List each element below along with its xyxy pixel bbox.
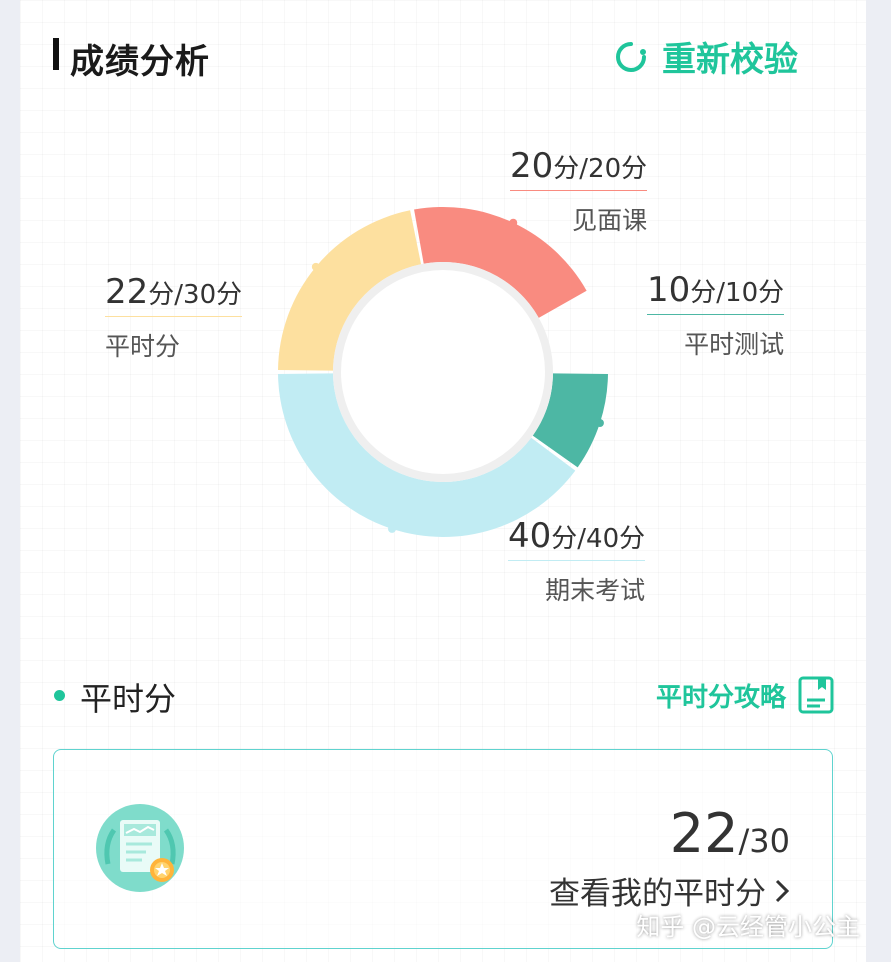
score-current: 22 xyxy=(669,802,739,865)
certificate-badge-icon xyxy=(96,804,184,892)
label-unit: 分 xyxy=(553,154,580,184)
donut-marker-dot xyxy=(595,418,604,427)
strategy-label: 平时分攻略 xyxy=(655,682,786,713)
label-name: 见面课 xyxy=(572,206,648,235)
donut-inner-ring xyxy=(333,262,553,482)
page-title: 成绩分析 xyxy=(70,42,210,82)
section-dot xyxy=(54,690,65,701)
bookmark-document-icon xyxy=(798,676,834,714)
score-donut-chart xyxy=(278,206,608,537)
label-unit: 分 xyxy=(551,524,578,554)
regular-score-value: 22/30 xyxy=(670,802,790,865)
label-max: /20分 xyxy=(579,154,648,184)
label-score: 10 xyxy=(647,270,691,310)
refresh-icon xyxy=(616,41,646,72)
score-max: /30 xyxy=(738,822,791,860)
title-accent-bar xyxy=(53,38,59,70)
label-unit: 分 xyxy=(690,278,717,308)
score-analysis-card: 成绩分析 重新校验 20分/20分 见面课 10分/10分 平时测试 22分/3… xyxy=(20,0,866,962)
label-regular-test: 10分/10分 平时测试 xyxy=(647,270,785,361)
label-regular-score: 22分/30分 平时分 xyxy=(105,272,243,363)
label-max: /10分 xyxy=(716,278,785,308)
recheck-label: 重新校验 xyxy=(662,40,798,80)
label-score: 40 xyxy=(508,516,552,556)
label-name: 平时分 xyxy=(105,332,181,361)
recheck-button[interactable]: 重新校验 xyxy=(614,32,798,81)
label-name: 期末考试 xyxy=(545,576,646,605)
label-see-face-class: 20分/20分 见面课 xyxy=(510,146,648,237)
label-score: 20 xyxy=(510,146,554,186)
label-underline xyxy=(647,314,785,315)
section-title: 平时分 xyxy=(80,680,177,718)
label-final-exam: 40分/40分 期末考试 xyxy=(508,516,646,607)
label-unit: 分 xyxy=(148,280,175,310)
label-max: /30分 xyxy=(174,280,243,310)
chevron-right-icon xyxy=(775,879,790,902)
strategy-link[interactable]: 平时分攻略 xyxy=(656,676,834,714)
donut-marker-dot xyxy=(311,262,320,271)
label-name: 平时测试 xyxy=(684,330,785,359)
label-underline xyxy=(105,316,243,317)
label-underline xyxy=(508,560,646,561)
watermark: 知乎 @云经管小公主 xyxy=(636,913,860,941)
donut-marker-dot xyxy=(388,524,397,533)
label-score: 22 xyxy=(105,272,149,312)
label-underline xyxy=(510,190,648,191)
label-max: /40分 xyxy=(577,524,646,554)
